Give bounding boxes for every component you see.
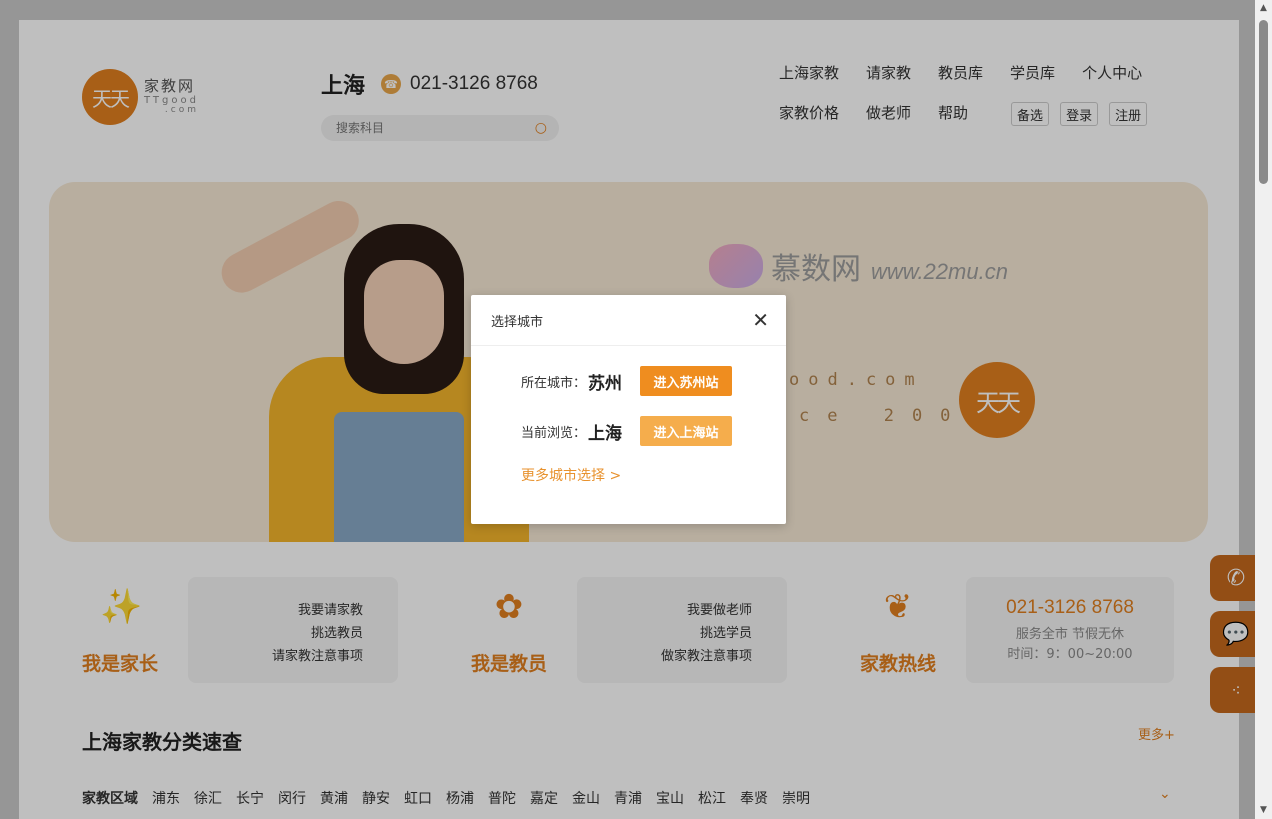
scroll-up-icon[interactable]: ▲ — [1255, 0, 1272, 17]
scrollbar[interactable]: ▲ ▼ — [1255, 0, 1272, 819]
enter-suzhou-button[interactable]: 进入苏州站 — [640, 366, 733, 396]
modal-title: 选择城市 — [491, 314, 544, 330]
close-icon[interactable]: ✕ — [752, 310, 769, 330]
scroll-down-icon[interactable]: ▼ — [1255, 802, 1272, 819]
modal-header: 选择城市 ✕ — [471, 295, 786, 346]
browsing-city-name: 上海 — [588, 423, 623, 444]
located-city-row: 所在城市： 苏州 进入苏州站 — [521, 366, 733, 396]
city-select-modal: 选择城市 ✕ 所在城市： 苏州 进入苏州站 当前浏览： 上海 进入上海站 更多城… — [471, 295, 786, 524]
enter-shanghai-button[interactable]: 进入上海站 — [640, 416, 733, 446]
scroll-thumb[interactable] — [1259, 20, 1268, 184]
browsing-city-label: 当前浏览： — [521, 425, 587, 441]
located-city-name: 苏州 — [588, 373, 623, 394]
located-city-label: 所在城市： — [521, 375, 587, 391]
browsing-city-row: 当前浏览： 上海 进入上海站 — [521, 416, 733, 446]
more-cities-link[interactable]: 更多城市选择 > — [521, 465, 621, 485]
